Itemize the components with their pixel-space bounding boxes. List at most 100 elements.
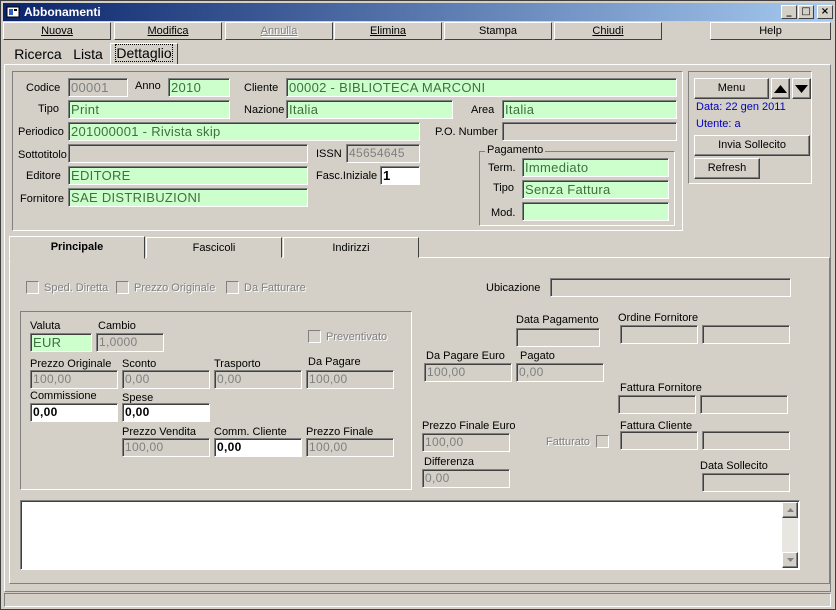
commissione-field[interactable]: 0,00 bbox=[30, 403, 118, 422]
trasporto-label: Trasporto bbox=[214, 358, 261, 370]
chiudi-label: Chiudi bbox=[592, 25, 624, 37]
issn-field[interactable]: 45654645 bbox=[346, 144, 420, 163]
tab-dettaglio[interactable]: Dettaglio bbox=[110, 43, 178, 65]
refresh-button[interactable]: Refresh bbox=[694, 158, 760, 179]
pagato-field[interactable]: 0,00 bbox=[516, 363, 604, 382]
chiudi-button[interactable]: Chiudi bbox=[554, 22, 662, 40]
codice-label: Codice bbox=[26, 82, 61, 94]
pagamento-title: Pagamento bbox=[485, 144, 546, 156]
term-label: Term. bbox=[488, 162, 516, 174]
editore-field[interactable]: EDITORE bbox=[68, 166, 308, 185]
help-label: Help bbox=[759, 25, 782, 37]
stampa-label: Stampa bbox=[479, 25, 517, 37]
nuova-button[interactable]: Nuova bbox=[3, 22, 111, 40]
comm-cliente-field[interactable]: 0,00 bbox=[214, 438, 302, 457]
tab-lista-label: Lista bbox=[73, 46, 103, 62]
modifica-button[interactable]: Modifica bbox=[114, 22, 222, 40]
utente-text: Utente: a bbox=[696, 118, 741, 130]
arrow-down-icon bbox=[795, 85, 808, 93]
prezzo-vendita-field[interactable]: 100,00 bbox=[122, 438, 210, 457]
preventivato-label: Preventivato bbox=[326, 331, 388, 343]
mod-field[interactable] bbox=[522, 202, 669, 221]
data-pagamento-field[interactable] bbox=[516, 328, 600, 347]
prezzo-originale-label: Prezzo Originale bbox=[30, 358, 112, 370]
issn-label: ISSN bbox=[316, 148, 342, 160]
fasc-iniziale-label: Fasc.Iniziale bbox=[316, 170, 378, 182]
differenza-field[interactable]: 0,00 bbox=[422, 469, 510, 488]
sconto-field[interactable]: 0,00 bbox=[122, 370, 210, 389]
spese-field[interactable]: 0,00 bbox=[122, 403, 210, 422]
sped-diretta-checkbox[interactable] bbox=[26, 281, 39, 294]
da-fatturare-label: Da Fatturare bbox=[244, 282, 306, 294]
menu-button[interactable]: Menu bbox=[694, 78, 769, 99]
prezzo-finale-euro-label: Prezzo Finale Euro bbox=[422, 420, 516, 432]
ubicazione-field[interactable] bbox=[550, 278, 791, 297]
area-label: Area bbox=[471, 104, 495, 116]
fornitore-field[interactable]: SAE DISTRIBUZIONI bbox=[68, 188, 308, 207]
da-fatturare-checkbox[interactable] bbox=[226, 281, 239, 294]
prezzo-originale-field[interactable]: 100,00 bbox=[30, 370, 118, 389]
nazione-field[interactable]: Italia bbox=[286, 100, 453, 119]
scroll-up-button[interactable] bbox=[782, 502, 798, 518]
elimina-button[interactable]: Elimina bbox=[334, 22, 442, 40]
cambio-field[interactable]: 1,0000 bbox=[96, 333, 164, 352]
fattura-fornitore-field-2[interactable] bbox=[700, 395, 788, 414]
cliente-field[interactable]: 00002 - BIBLIOTECA MARCONI bbox=[286, 78, 677, 97]
tipo-label: Tipo bbox=[38, 103, 59, 115]
tab-fascicoli[interactable]: Fascicoli bbox=[146, 237, 282, 258]
editore-label: Editore bbox=[26, 170, 61, 182]
da-pagare-field[interactable]: 100,00 bbox=[306, 370, 394, 389]
annulla-button[interactable]: Annulla bbox=[225, 22, 333, 40]
minimize-button[interactable]: _ bbox=[781, 5, 797, 19]
prezzo-finale-euro-field[interactable]: 100,00 bbox=[422, 433, 510, 452]
fattura-cliente-field-1[interactable] bbox=[620, 431, 698, 450]
scroll-down-icon bbox=[786, 558, 794, 562]
tab-ricerca-label: Ricerca bbox=[14, 46, 62, 62]
area-field[interactable]: Italia bbox=[502, 100, 677, 119]
pagato-label: Pagato bbox=[520, 350, 555, 362]
codice-field[interactable]: 00001 bbox=[68, 78, 128, 97]
fasc-iniziale-field[interactable]: 1 bbox=[380, 166, 420, 185]
po-number-field[interactable] bbox=[502, 122, 677, 141]
tipo-field[interactable]: Print bbox=[68, 100, 230, 119]
arrow-up-icon bbox=[774, 85, 787, 93]
stampa-button[interactable]: Stampa bbox=[444, 22, 552, 40]
sottotitolo-field[interactable] bbox=[68, 144, 308, 163]
ordine-fornitore-label: Ordine Fornitore bbox=[618, 312, 699, 324]
data-sollecito-field[interactable] bbox=[702, 473, 790, 492]
tab-ricerca[interactable]: Ricerca bbox=[11, 45, 65, 65]
prezzo-finale-field[interactable]: 100,00 bbox=[306, 438, 394, 457]
fatturato-checkbox[interactable] bbox=[596, 435, 609, 448]
anno-field[interactable]: 2010 bbox=[168, 78, 230, 97]
scroll-down-button[interactable] bbox=[782, 552, 798, 568]
da-pagare-euro-field[interactable]: 100,00 bbox=[424, 363, 512, 382]
down-button[interactable] bbox=[792, 78, 811, 99]
prezzo-originale-checkbox[interactable] bbox=[116, 281, 129, 294]
preventivato-checkbox[interactable] bbox=[308, 330, 321, 343]
notes-scrollbar[interactable] bbox=[782, 502, 798, 568]
maximize-button[interactable]: □ bbox=[798, 5, 814, 19]
periodico-label: Periodico bbox=[18, 126, 64, 138]
periodico-field[interactable]: 201000001 - Rivista skip bbox=[68, 122, 420, 141]
po-number-label: P.O. Number bbox=[435, 126, 498, 138]
title-bar[interactable]: Abbonamenti _ □ × bbox=[3, 3, 833, 21]
tab-principale[interactable]: Principale bbox=[9, 236, 145, 259]
tab-lista[interactable]: Lista bbox=[69, 45, 107, 65]
ordine-fornitore-field-1[interactable] bbox=[620, 325, 698, 344]
trasporto-field[interactable]: 0,00 bbox=[214, 370, 302, 389]
valuta-field[interactable]: EUR bbox=[30, 333, 92, 352]
notes-textarea[interactable] bbox=[20, 500, 800, 570]
invia-sollecito-button[interactable]: Invia Sollecito bbox=[694, 135, 810, 156]
pagamento-tipo-field[interactable]: Senza Fattura bbox=[522, 180, 669, 199]
prezzo-vendita-label: Prezzo Vendita bbox=[122, 426, 196, 438]
fattura-cliente-field-2[interactable] bbox=[702, 431, 790, 450]
ordine-fornitore-field-2[interactable] bbox=[702, 325, 790, 344]
term-field[interactable]: Immediato bbox=[522, 158, 669, 177]
differenza-label: Differenza bbox=[424, 456, 474, 468]
help-button[interactable]: Help bbox=[710, 22, 831, 40]
tab-indirizzi[interactable]: Indirizzi bbox=[283, 237, 419, 258]
prezzo-finale-label: Prezzo Finale bbox=[306, 426, 374, 438]
close-button[interactable]: × bbox=[817, 5, 833, 19]
up-button[interactable] bbox=[771, 78, 790, 99]
fattura-fornitore-field-1[interactable] bbox=[618, 395, 696, 414]
